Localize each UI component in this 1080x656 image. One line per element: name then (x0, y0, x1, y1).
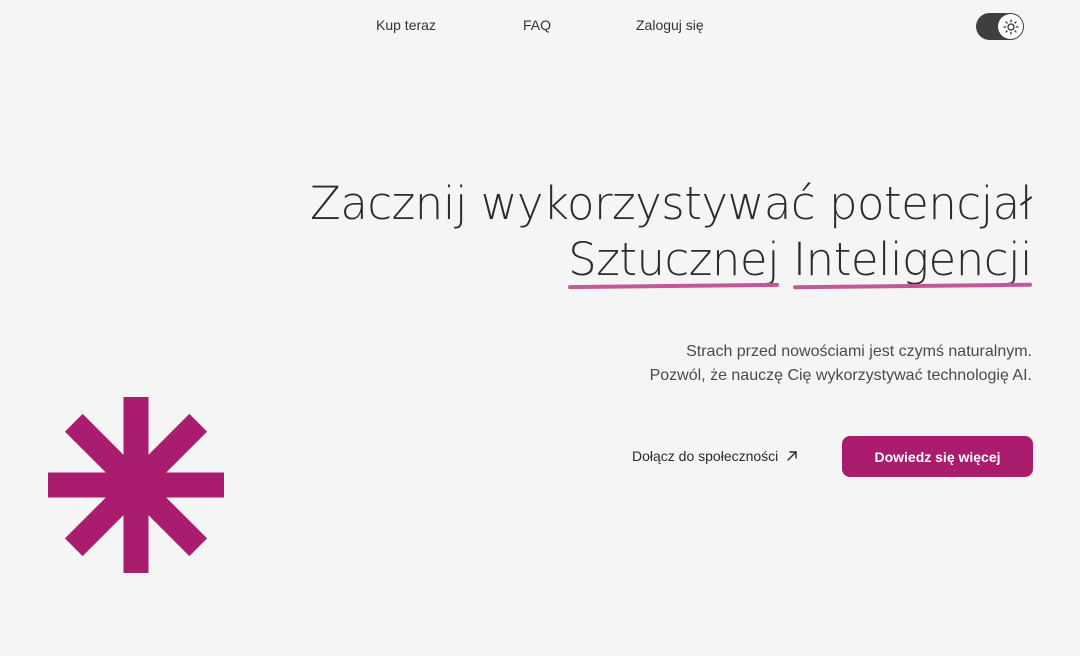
toggle-knob (998, 14, 1023, 39)
join-community-label: Dołącz do społeczności (632, 448, 779, 464)
headline-line-1: Zacznij wykorzystywać potencjał (310, 177, 1032, 230)
nav-link-login[interactable]: Zaloguj się (636, 17, 704, 33)
headline-highlight-word-1: Sztucznej (568, 233, 780, 286)
sun-icon (1002, 18, 1019, 35)
join-community-link[interactable]: Dołącz do społeczności (632, 448, 798, 464)
theme-toggle[interactable] (976, 13, 1024, 40)
nav-link-faq[interactable]: FAQ (523, 17, 551, 33)
asterisk-icon (48, 397, 224, 573)
learn-more-button[interactable]: Dowiedz się więcej (842, 436, 1033, 477)
nav-link-buy-now[interactable]: Kup teraz (376, 17, 436, 33)
top-navigation: Kup teraz FAQ Zaloguj się (0, 0, 1080, 52)
subtext-line-1: Strach przed nowościami jest czymś natur… (686, 343, 1032, 360)
hero-subtext: Strach przed nowościami jest czymś natur… (650, 340, 1032, 388)
arrow-up-right-icon (787, 451, 797, 461)
hero-headline: Zacznij wykorzystywać potencjał Sztuczne… (310, 176, 1032, 288)
headline-highlight-word-2: Inteligencji (792, 233, 1033, 286)
subtext-line-2: Pozwól, że nauczę Cię wykorzystywać tech… (649, 367, 1032, 384)
headline-line-2: Sztucznej Inteligencji (310, 232, 1032, 288)
